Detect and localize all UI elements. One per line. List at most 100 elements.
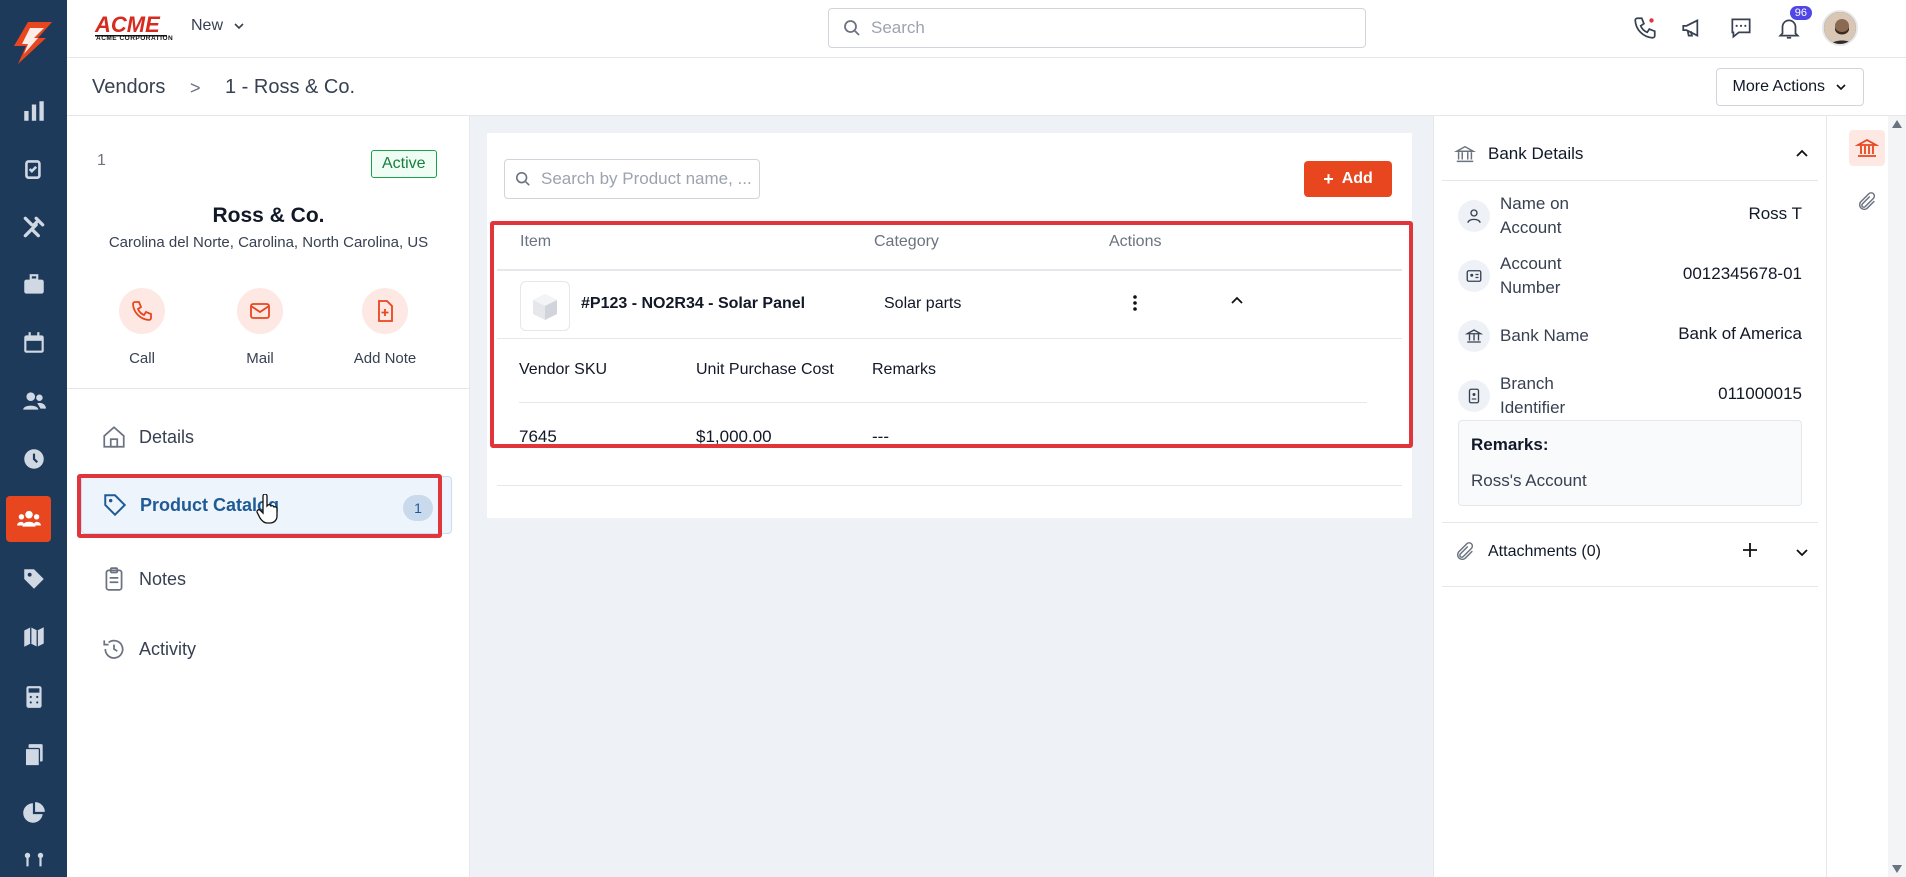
nav-item-label: Details <box>139 426 195 447</box>
product-name[interactable]: #P123 - NO2R34 - Solar Panel <box>581 295 805 313</box>
call-button[interactable]: Call <box>92 288 192 367</box>
count-badge: 1 <box>403 495 433 521</box>
tools-icon[interactable] <box>0 204 67 250</box>
brand-text: ACME CORPORATION <box>96 35 174 42</box>
attachments-header[interactable]: Attachments (0) <box>1454 534 1810 570</box>
add-product-button[interactable]: + Add <box>1304 161 1392 197</box>
bank-label: Name on Account <box>1500 194 1569 237</box>
map-icon[interactable] <box>0 614 67 660</box>
scroll-up-icon[interactable] <box>1892 120 1902 128</box>
divider <box>67 388 469 389</box>
vendors-icon[interactable] <box>6 496 51 542</box>
product-thumbnail <box>520 281 570 331</box>
bank-value: Ross T <box>1748 204 1802 223</box>
global-search-input[interactable]: Search <box>828 8 1366 48</box>
paperclip-icon <box>1456 542 1474 561</box>
briefcase-icon[interactable] <box>0 262 67 308</box>
bank-value: 011000015 <box>1718 384 1802 403</box>
bank-icon[interactable] <box>1849 130 1885 166</box>
notification-badge: 96 <box>1789 6 1812 20</box>
add-label: Add <box>1341 170 1373 187</box>
bank-icon <box>1465 329 1483 343</box>
table-row[interactable]: #P123 - NO2R34 - Solar Panel Solar parts <box>497 271 1402 339</box>
column-header-category: Category <box>874 233 939 250</box>
paperclip-icon[interactable] <box>1849 184 1885 220</box>
unit-cost-value: $1,000.00 <box>696 427 772 446</box>
chevron-up-icon[interactable] <box>1794 146 1810 162</box>
dashboard-icon[interactable] <box>0 88 67 134</box>
plus-icon: + <box>1323 169 1334 189</box>
mail-button[interactable]: Mail <box>210 288 310 367</box>
more-options-icon[interactable] <box>1125 291 1145 320</box>
users-icon[interactable] <box>0 378 67 424</box>
breadcrumb-vendors-link[interactable]: Vendors <box>92 76 165 99</box>
page-title: 1 - Ross & Co. <box>225 76 356 98</box>
detail-header-sku: Vendor SKU <box>519 361 608 378</box>
bank-icon <box>1454 145 1476 163</box>
bell-icon[interactable]: 96 <box>1774 6 1812 46</box>
documents-icon[interactable] <box>0 732 67 778</box>
column-header-actions: Actions <box>1109 233 1162 250</box>
clipboard-icon <box>105 567 123 591</box>
bank-details-header[interactable]: Bank Details <box>1454 136 1810 172</box>
tag-icon <box>104 494 127 517</box>
status-badge: Active <box>371 150 437 178</box>
tag-icon[interactable] <box>0 556 67 602</box>
phone-icon[interactable] <box>1630 10 1660 46</box>
phone-icon <box>132 301 152 321</box>
bank-row-name: Name on Account Ross T <box>1458 186 1802 246</box>
remarks-value: --- <box>872 427 889 446</box>
vendor-id: 1 <box>97 152 106 169</box>
pointer-cursor-icon <box>256 494 278 524</box>
bank-label: Account Number <box>1500 254 1562 297</box>
detail-header: Vendor SKU Unit Purchase Cost Remarks <box>519 339 1367 403</box>
chevron-down-icon[interactable] <box>1794 544 1810 560</box>
home-icon <box>103 426 125 448</box>
new-label: New <box>191 17 224 34</box>
clock-icon[interactable] <box>0 436 67 482</box>
mail-label: Mail <box>246 350 274 367</box>
scrollbar[interactable] <box>1888 116 1906 877</box>
megaphone-icon[interactable] <box>1678 10 1708 46</box>
chat-icon[interactable] <box>1726 10 1756 46</box>
calculator-icon[interactable] <box>0 674 67 720</box>
remarks-label: Remarks: <box>1471 435 1549 454</box>
nav-item-activity[interactable]: Activity <box>81 620 452 678</box>
add-attachment-icon[interactable] <box>1740 540 1760 560</box>
bank-row-account-number: Account Number 0012345678-01 <box>1458 246 1802 306</box>
app-logo[interactable] <box>8 20 58 66</box>
bank-label: Bank Name <box>1500 326 1589 345</box>
search-placeholder: Search <box>871 18 925 37</box>
scroll-down-icon[interactable] <box>1892 865 1902 873</box>
badge-icon <box>1468 388 1480 404</box>
product-search-placeholder: Search by Product name, ... <box>541 169 752 188</box>
product-search-input[interactable]: Search by Product name, ... <box>504 159 760 199</box>
vendor-name: Ross & Co. <box>212 204 325 227</box>
pie-chart-icon[interactable] <box>0 790 67 836</box>
more-actions-button[interactable]: More Actions <box>1715 68 1864 106</box>
breadcrumb-separator: > <box>190 78 201 98</box>
product-category: Solar parts <box>884 295 962 312</box>
mail-icon <box>250 303 270 319</box>
call-label: Call <box>129 350 155 367</box>
file-plus-icon <box>378 300 393 322</box>
breadcrumb: Vendors > 1 - Ross & Co. More Actions <box>67 58 1906 116</box>
vendor-address: Carolina del Norte, Carolina, North Caro… <box>108 234 429 251</box>
remarks-box: Remarks: Ross's Account <box>1458 420 1802 506</box>
search-icon <box>515 171 530 186</box>
add-note-button[interactable]: Add Note <box>335 288 435 367</box>
calendar-icon[interactable] <box>0 320 67 366</box>
id-card-icon <box>1466 270 1482 282</box>
tasks-icon[interactable] <box>0 146 67 192</box>
nav-item-notes[interactable]: Notes <box>81 550 452 608</box>
acme-logo[interactable]: ACME ACME CORPORATION <box>93 10 173 44</box>
product-catalog-card: Search by Product name, ... + Add Item C… <box>487 133 1412 518</box>
bank-details-panel: Bank Details Name on Account Ross T Acco… <box>1433 116 1826 877</box>
new-button[interactable]: New <box>191 17 245 35</box>
divider <box>1442 586 1818 587</box>
workflow-icon[interactable] <box>0 846 67 877</box>
chevron-up-icon[interactable] <box>1229 293 1245 314</box>
divider <box>1442 522 1818 523</box>
avatar[interactable] <box>1822 10 1858 46</box>
nav-item-details[interactable]: Details <box>81 408 452 466</box>
